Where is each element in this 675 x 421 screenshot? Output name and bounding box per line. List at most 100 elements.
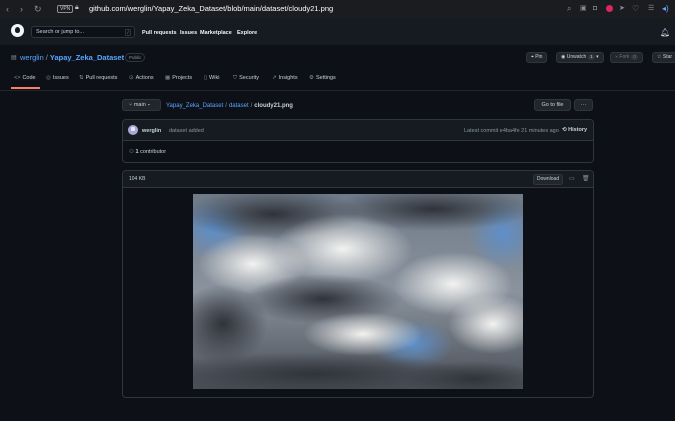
download-button[interactable]: Download <box>533 174 563 185</box>
nav-marketplace[interactable]: Marketplace <box>200 30 232 36</box>
tab-wiki-label: Wiki <box>209 75 220 81</box>
tab-code[interactable]: <> Code <box>14 75 36 81</box>
tab-insights[interactable]: ↗ Insights <box>272 75 298 81</box>
breadcrumb-filename: cloudy21.png <box>254 103 293 109</box>
pin-icon: ⌖ <box>531 54 534 60</box>
trash-icon[interactable]: 🗑︎ <box>582 175 590 182</box>
tab-actions-label: Actions <box>135 75 154 81</box>
star-icon: ☆ <box>657 54 662 60</box>
people-icon: ⚇ <box>129 149 134 155</box>
file-viewer-header: 104 KB Download ▭ 🗑︎ <box>123 171 593 188</box>
github-logo-icon[interactable] <box>11 24 24 37</box>
tab-issues-label: Issues <box>52 75 69 81</box>
cloudy-sky-image <box>193 194 523 389</box>
fork-label: Fork <box>619 54 630 60</box>
notification-bell-icon[interactable]: 🔔︎ <box>660 28 670 37</box>
gear-icon: ⚙ <box>309 75 314 81</box>
shield-icon: ⛉ <box>233 75 238 81</box>
tab-projects-label: Projects <box>172 75 193 81</box>
file-viewer: 104 KB Download ▭ 🗑︎ <box>122 170 594 398</box>
camera-icon[interactable]: ◘ <box>593 3 597 15</box>
heart-icon[interactable]: ♡ <box>632 3 639 15</box>
repo-header: ▤ werglin / Yapay_Zeka_Dataset Public ⌖ Pi… <box>0 45 675 91</box>
contributors-label: contributor <box>140 149 167 155</box>
back-icon[interactable]: ‹ <box>6 3 9 15</box>
commit-message[interactable]: dataset added <box>169 128 204 134</box>
breadcrumb-repo-link[interactable]: Yapay_Zeka_Dataset <box>166 103 223 109</box>
breadcrumb-folder-link[interactable]: dataset <box>229 103 249 109</box>
unwatch-button[interactable]: ◉ Unwatch 1 ▾ <box>556 52 604 63</box>
contributors[interactable]: ⚇ 1 contributor <box>129 149 166 155</box>
avatar[interactable] <box>128 125 138 135</box>
search-placeholder: Search or jump to... <box>36 29 84 35</box>
branch-label: main <box>133 102 146 108</box>
breadcrumb-sep: / <box>225 103 227 109</box>
history-link[interactable]: ⟲ History <box>562 127 587 133</box>
breadcrumb-sep: / <box>250 103 253 109</box>
issue-icon: ◎ <box>46 75 51 81</box>
commit-header: werglin dataset added Latest commit e4ba… <box>123 120 593 141</box>
nav-issues[interactable]: Issues <box>180 30 197 36</box>
tab-security[interactable]: ⛉ Security <box>233 75 259 82</box>
tab-wiki[interactable]: ▯ Wiki <box>204 75 219 81</box>
visibility-badge: Public <box>125 53 146 62</box>
address-bar[interactable]: github.com/werglin/Yapay_Zeka_Dataset/bl… <box>89 4 333 14</box>
table-icon: ▦ <box>165 75 171 81</box>
tab-settings[interactable]: ⚙ Settings <box>309 75 336 81</box>
file-size: 104 KB <box>129 176 146 182</box>
tab-security-label: Security <box>239 75 260 81</box>
unwatch-label: Unwatch <box>566 54 587 60</box>
book-icon: ▯ <box>204 75 208 81</box>
tab-projects[interactable]: ▦ Projects <box>165 75 192 81</box>
latest-commit-box: werglin dataset added Latest commit e4ba… <box>122 119 594 163</box>
tab-pull-requests-label: Pull requests <box>85 75 118 81</box>
adblock-icon[interactable] <box>606 5 613 12</box>
active-tab-indicator <box>11 87 40 89</box>
nav-pull-requests[interactable]: Pull requests <box>142 30 177 36</box>
speaker-icon[interactable]: ◂) <box>662 3 669 15</box>
commit-author-link[interactable]: werglin <box>142 128 161 134</box>
github-header: Search or jump to... / Pull requests Iss… <box>0 18 675 45</box>
tab-actions[interactable]: ⊙ Actions <box>129 75 154 81</box>
lock-icon[interactable]: 🔒︎ <box>75 4 79 12</box>
go-to-file-button[interactable]: Go to file <box>534 99 571 111</box>
tab-insights-label: Insights <box>278 75 298 81</box>
play-icon: ⊙ <box>129 75 134 81</box>
search-shortcut-hint: / <box>125 29 131 36</box>
repo-separator: / <box>45 53 48 62</box>
tab-code-label: Code <box>22 75 36 81</box>
repo-name-link[interactable]: Yapay_Zeka_Dataset <box>50 53 124 62</box>
bookmark-icon[interactable]: ▣ <box>580 3 587 15</box>
vpn-badge[interactable]: VPN <box>57 5 74 13</box>
forward-icon[interactable]: › <box>20 3 23 15</box>
nav-explore[interactable]: Explore <box>237 30 257 36</box>
tab-pull-requests[interactable]: ⇅ Pull requests <box>79 75 117 81</box>
history-icon: ⟲ <box>562 127 567 133</box>
pin-label: Pin <box>535 54 543 60</box>
history-label: History <box>568 127 588 133</box>
pin-button[interactable]: ⌖ Pin <box>526 52 548 63</box>
repo-title: werglin / Yapay_Zeka_Dataset <box>20 53 124 62</box>
fork-icon: ⑂ <box>615 54 619 60</box>
search-input[interactable]: Search or jump to... / <box>31 26 135 38</box>
tab-issues[interactable]: ◎ Issues <box>46 75 69 81</box>
code-icon: <> <box>14 75 21 81</box>
star-button[interactable]: ☆ Star <box>652 52 675 63</box>
send-icon[interactable]: ➤ <box>619 3 625 15</box>
eye-icon: ◉ <box>561 54 566 60</box>
branch-select[interactable]: ⑂ main ▾ <box>122 99 161 111</box>
more-options-button[interactable]: ··· <box>574 99 593 111</box>
breadcrumb: Yapay_Zeka_Dataset / dataset / cloudy21.png <box>166 103 293 109</box>
repo-owner-link[interactable]: werglin <box>20 53 44 62</box>
reload-icon[interactable]: ↻ <box>34 3 42 15</box>
commit-meta: Latest commit e4ba4fe 21 minutes ago <box>464 128 559 134</box>
fork-count: 0 <box>631 54 638 60</box>
menu-icon[interactable]: ☰ <box>648 3 654 15</box>
chevron-down-icon: ▾ <box>147 102 151 108</box>
desktop-icon[interactable]: ▭ <box>569 175 575 182</box>
star-label: Star <box>662 54 673 60</box>
fork-button[interactable]: ⑂ Fork 0 <box>610 52 643 63</box>
chevron-down-icon: ▾ <box>596 54 599 60</box>
graph-icon: ↗ <box>272 75 277 81</box>
search-icon[interactable]: ⌕ <box>567 3 571 15</box>
